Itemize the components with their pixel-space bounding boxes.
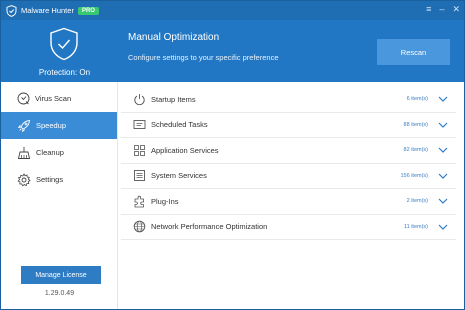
menu-icon[interactable]: ≡ [426,4,431,15]
rocket-icon [17,119,30,132]
sidebar-item-label: Settings [36,175,64,184]
list-item-label: System Services [151,171,207,181]
shield-check-icon [50,27,78,61]
app-name: Malware Hunter [21,6,74,15]
item-count: 82 item(s) [403,147,428,154]
sidebar-item-virus-scan[interactable]: Virus Scan [1,85,117,112]
broom-icon [17,146,31,159]
list-item-label: Scheduled Tasks [151,120,208,130]
scan-icon [17,92,30,105]
app-window: Malware Hunter PRO ≡ – ✕ Protection: On … [0,0,465,310]
item-count: 2 item(s) [406,198,428,205]
list-item-startup-items[interactable]: Startup Items 6 item(s) [121,87,456,113]
list-item-label: Startup Items [151,94,196,104]
sidebar-item-settings[interactable]: Settings [1,166,117,193]
sidebar: Virus Scan Speedup Cleanup Settings Mana… [1,82,118,309]
list-item-label: Application Services [151,145,219,155]
sidebar-item-label: Speedup [36,121,67,130]
list-item-network-performance[interactable]: Network Performance Optimization 11 item… [121,215,456,240]
minimize-icon[interactable]: – [439,4,444,15]
version-label: 1.29.0.49 [44,290,75,297]
list-item-label: Network Performance Optimization [151,222,268,232]
chevron-down-icon[interactable] [438,197,448,205]
chevron-down-icon[interactable] [438,121,448,129]
globe-icon [132,220,146,234]
list-item-plug-ins[interactable]: Plug-Ins 2 item(s) [121,189,456,215]
gear-icon [17,172,31,186]
sidebar-item-cleanup[interactable]: Cleanup [1,139,117,166]
task-icon [132,118,146,132]
header-banner: Protection: On Manual Optimization Confi… [1,20,464,82]
page-subtitle: Configure settings to your specific pref… [128,53,279,62]
item-count: 88 item(s) [403,121,428,128]
chevron-down-icon[interactable] [438,223,448,231]
list-item-application-services[interactable]: Application Services 82 item(s) [121,138,456,164]
close-icon[interactable]: ✕ [452,4,460,15]
optimization-list: Startup Items 6 item(s) Scheduled Tasks … [121,87,456,240]
chevron-down-icon[interactable] [438,172,448,180]
pro-badge: PRO [77,6,99,15]
manage-license-button[interactable]: Manage License [21,266,101,284]
shield-logo-icon [5,4,17,17]
item-count: 6 item(s) [406,96,428,103]
chevron-down-icon[interactable] [438,146,448,154]
power-icon [132,92,146,106]
title-bar: Malware Hunter PRO ≡ – ✕ [1,1,464,20]
list-item-scheduled-tasks[interactable]: Scheduled Tasks 88 item(s) [121,113,456,138]
system-icon [132,169,146,183]
apps-icon [132,143,146,157]
plugin-icon [132,194,146,208]
sidebar-item-label: Cleanup [36,148,64,157]
protection-status: Protection: On [38,68,91,77]
sidebar-item-label: Virus Scan [35,94,72,103]
chevron-down-icon[interactable] [438,95,448,103]
sidebar-item-speedup[interactable]: Speedup [1,112,117,139]
item-count: 156 item(s) [400,172,428,179]
list-item-system-services[interactable]: System Services 156 item(s) [121,164,456,189]
list-item-label: Plug-Ins [151,196,179,206]
item-count: 11 item(s) [403,223,428,230]
page-title: Manual Optimization [128,32,220,43]
rescan-button[interactable]: Rescan [377,39,450,65]
